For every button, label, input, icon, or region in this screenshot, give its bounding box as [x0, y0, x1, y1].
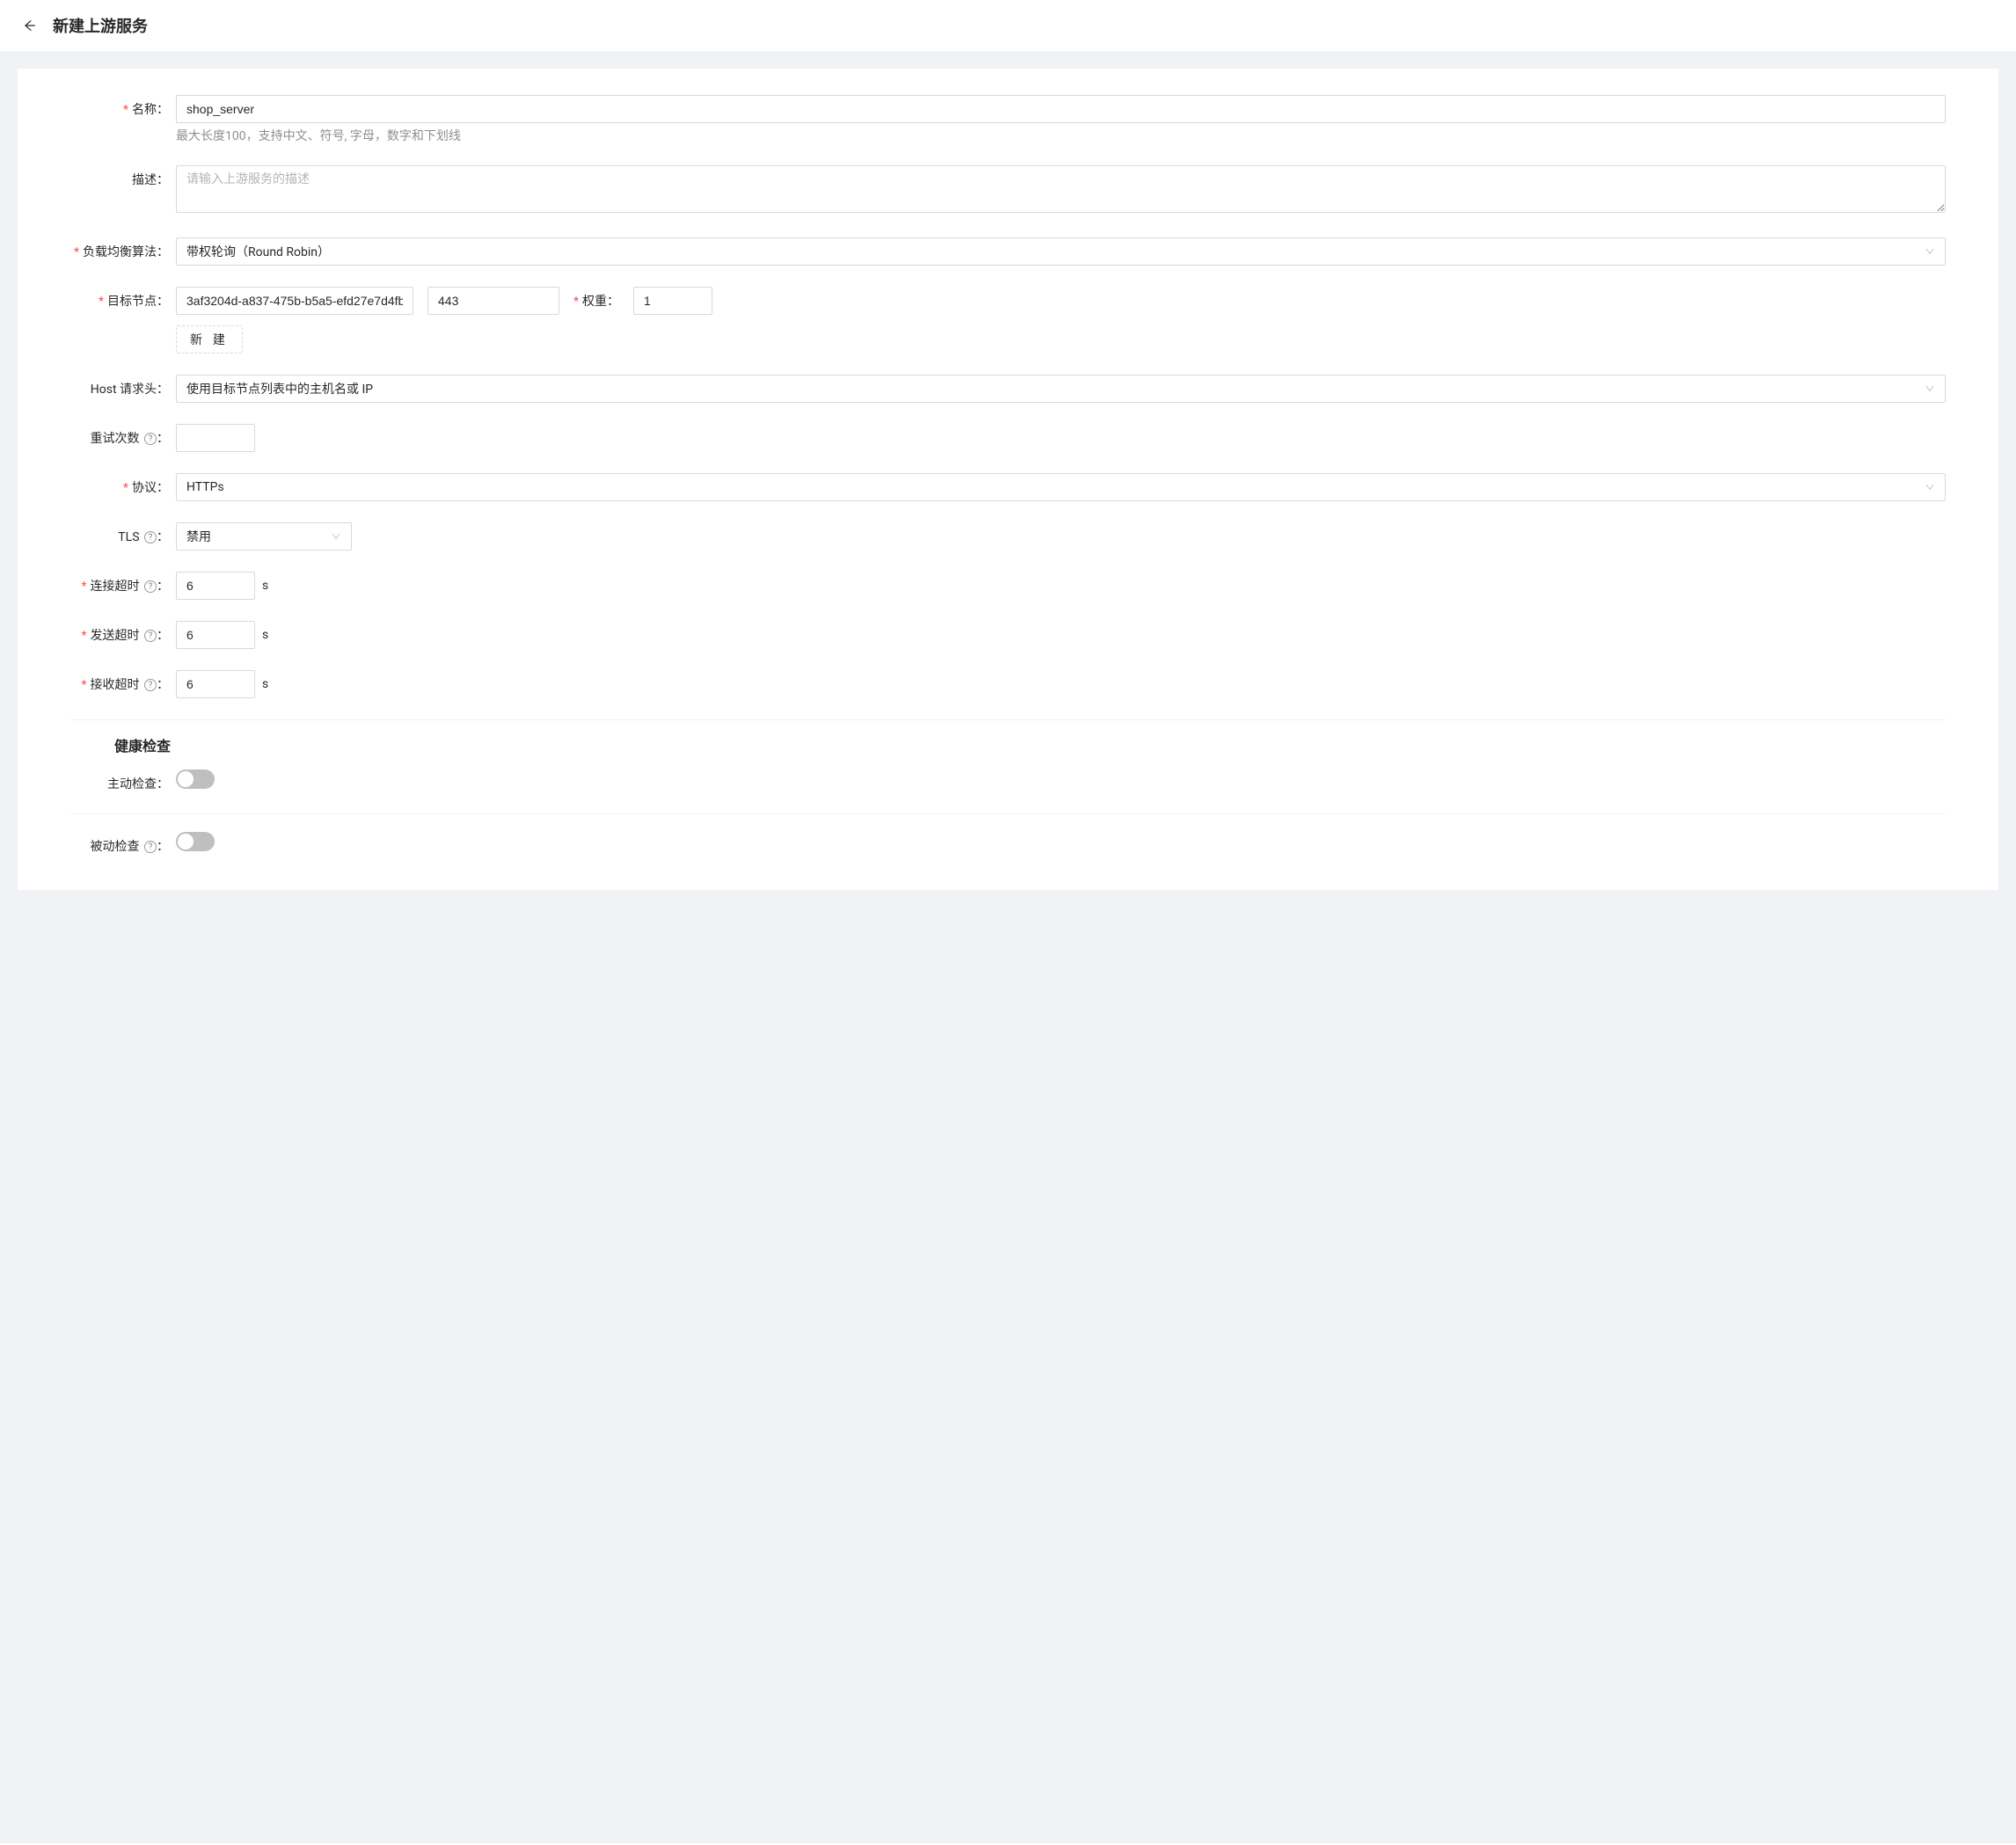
input-target-port[interactable]	[427, 287, 559, 315]
chevron-down-icon	[1925, 383, 1935, 394]
label-protocol: *协议：	[70, 473, 176, 496]
switch-active-check[interactable]	[176, 769, 215, 789]
select-protocol[interactable]: HTTPs	[176, 473, 1946, 501]
row-connect-timeout: *连接超时 ?： s	[70, 572, 1946, 600]
label-receive-timeout: *接收超时 ?：	[70, 670, 176, 693]
row-load-balance: *负载均衡算法： 带权轮询（Round Robin）	[70, 237, 1946, 266]
chevron-down-icon	[1925, 482, 1935, 492]
row-target-node: *目标节点： *权重： 新 建	[70, 287, 1946, 354]
unit-send-timeout: s	[262, 628, 268, 642]
select-load-balance-value: 带权轮询（Round Robin）	[186, 243, 330, 260]
textarea-description[interactable]	[176, 165, 1946, 213]
back-arrow-icon[interactable]	[21, 17, 39, 34]
select-tls[interactable]: 禁用	[176, 522, 352, 551]
row-receive-timeout: *接收超时 ?： s	[70, 670, 1946, 698]
select-host-header[interactable]: 使用目标节点列表中的主机名或 IP	[176, 375, 1946, 403]
page-header: 新建上游服务	[0, 0, 2016, 51]
label-load-balance: *负载均衡算法：	[70, 237, 176, 260]
label-retry: 重试次数 ?：	[70, 424, 176, 447]
unit-receive-timeout: s	[262, 677, 268, 691]
row-active-check: 主动检查：	[70, 769, 1946, 792]
select-host-header-value: 使用目标节点列表中的主机名或 IP	[186, 380, 373, 397]
input-send-timeout[interactable]	[176, 621, 255, 649]
label-tls: TLS ?：	[70, 522, 176, 545]
help-icon[interactable]: ?	[144, 531, 157, 543]
help-icon[interactable]: ?	[144, 433, 157, 445]
input-receive-timeout[interactable]	[176, 670, 255, 698]
row-protocol: *协议： HTTPs	[70, 473, 1946, 501]
help-icon[interactable]: ?	[144, 679, 157, 691]
help-icon[interactable]: ?	[144, 630, 157, 642]
label-send-timeout: *发送超时 ?：	[70, 621, 176, 644]
row-passive-check: 被动检查 ?：	[70, 832, 1946, 855]
row-name: *名称： 最大长度100，支持中文、符号, 字母，数字和下划线	[70, 95, 1946, 144]
label-passive-check: 被动检查 ?：	[70, 832, 176, 855]
title-health-check: 健康检查	[114, 734, 1946, 755]
help-icon[interactable]: ?	[144, 580, 157, 593]
row-host-header: Host 请求头： 使用目标节点列表中的主机名或 IP	[70, 375, 1946, 403]
row-send-timeout: *发送超时 ?： s	[70, 621, 1946, 649]
button-add-target[interactable]: 新 建	[176, 325, 243, 354]
divider	[70, 813, 1946, 814]
chevron-down-icon	[1925, 246, 1935, 257]
input-name[interactable]	[176, 95, 1946, 123]
label-host-header: Host 请求头：	[70, 375, 176, 397]
select-protocol-value: HTTPs	[186, 480, 224, 494]
row-description: 描述：	[70, 165, 1946, 216]
help-name: 最大长度100，支持中文、符号, 字母，数字和下划线	[176, 127, 1946, 144]
section-health-check: 健康检查 主动检查：	[70, 719, 1946, 792]
help-icon[interactable]: ?	[144, 841, 157, 853]
select-tls-value: 禁用	[186, 528, 211, 545]
input-target-host[interactable]	[176, 287, 413, 315]
label-target-node: *目标节点：	[70, 287, 176, 310]
row-tls: TLS ?： 禁用	[70, 522, 1946, 551]
label-description: 描述：	[70, 165, 176, 188]
label-name: *名称：	[70, 95, 176, 118]
select-load-balance[interactable]: 带权轮询（Round Robin）	[176, 237, 1946, 266]
input-target-weight[interactable]	[633, 287, 712, 315]
input-retry[interactable]	[176, 424, 255, 452]
unit-connect-timeout: s	[262, 579, 268, 593]
row-retry: 重试次数 ?：	[70, 424, 1946, 452]
label-connect-timeout: *连接超时 ?：	[70, 572, 176, 594]
label-weight: *权重：	[573, 292, 619, 310]
switch-passive-check[interactable]	[176, 832, 215, 851]
page-body: *名称： 最大长度100，支持中文、符号, 字母，数字和下划线 描述： *负载均…	[0, 51, 2016, 1843]
form-card: *名称： 最大长度100，支持中文、符号, 字母，数字和下划线 描述： *负载均…	[18, 69, 1998, 890]
chevron-down-icon	[331, 531, 341, 542]
page-title: 新建上游服务	[53, 14, 148, 37]
input-connect-timeout[interactable]	[176, 572, 255, 600]
label-active-check: 主动检查：	[70, 769, 176, 792]
